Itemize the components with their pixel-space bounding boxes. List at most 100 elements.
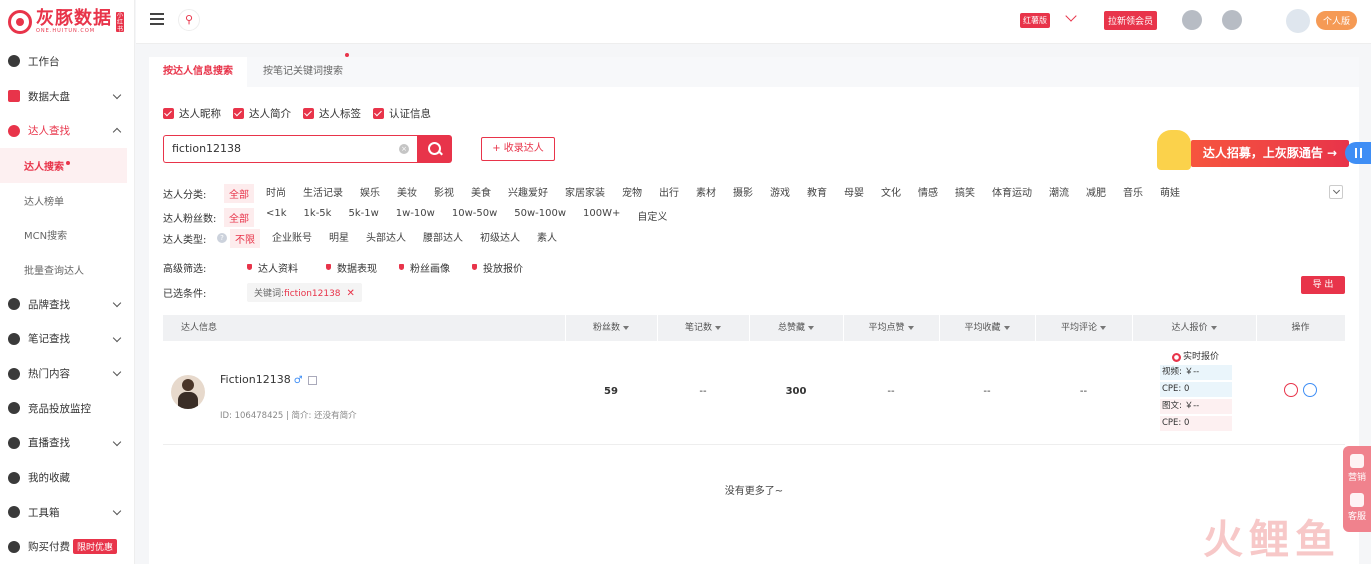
adv-kol-profile[interactable]: 达人资料: [247, 260, 298, 275]
fans-option-8[interactable]: 自定义: [637, 208, 667, 227]
remove-chip-icon[interactable]: ✕: [347, 288, 355, 299]
category-option-7[interactable]: 兴趣爱好: [508, 184, 548, 203]
category-option-19[interactable]: 体育运动: [992, 184, 1032, 203]
sidebar-item-toolbox[interactable]: 工具箱: [0, 495, 134, 530]
collect-kol-button[interactable]: + 收录达人: [481, 137, 555, 161]
category-option-8[interactable]: 家居家装: [565, 184, 605, 203]
col-quote[interactable]: 达人报价: [1132, 315, 1256, 341]
sidebar-item-purchase[interactable]: 购买付费 限时优惠: [0, 530, 134, 564]
category-option-20[interactable]: 潮流: [1049, 184, 1069, 203]
sidebar-item-notes[interactable]: 笔记查找: [0, 322, 134, 357]
tab-by-note-keyword[interactable]: 按笔记关键词搜索: [263, 53, 349, 87]
favorite-star-icon[interactable]: [1284, 383, 1298, 397]
adv-data-performance[interactable]: 数据表现: [326, 260, 377, 275]
type-option-4[interactable]: 腰部达人: [423, 229, 463, 248]
user-avatar[interactable]: [1286, 9, 1310, 33]
category-option-11[interactable]: 素材: [696, 184, 716, 203]
col-avg-like[interactable]: 平均点赞: [843, 315, 939, 341]
category-option-22[interactable]: 音乐: [1123, 184, 1143, 203]
fans-option-0[interactable]: 全部: [224, 207, 254, 227]
check-intro[interactable]: 达人简介: [233, 106, 291, 121]
category-option-0[interactable]: 全部: [224, 183, 254, 203]
check-nickname[interactable]: 达人昵称: [163, 106, 221, 121]
table-row[interactable]: Fiction12138 ♂ ID: 106478425 | 简介: 还没有简介 …: [163, 341, 1345, 445]
category-option-2[interactable]: 生活记录: [303, 184, 343, 203]
kol-avatar[interactable]: [171, 375, 205, 409]
invite-button[interactable]: 拉新领会员: [1104, 11, 1158, 30]
search-input[interactable]: fiction12138 ×: [163, 135, 417, 163]
sidebar-item-kol-search[interactable]: 达人搜索: [0, 148, 127, 183]
category-option-15[interactable]: 母婴: [844, 184, 864, 203]
fans-option-5[interactable]: 10w-50w: [452, 208, 497, 227]
fans-option-4[interactable]: 1w-10w: [396, 208, 435, 227]
version-badge[interactable]: 红薯版: [1020, 13, 1050, 28]
col-likes[interactable]: 总赞藏: [749, 315, 843, 341]
category-option-5[interactable]: 影视: [434, 184, 454, 203]
type-option-3[interactable]: 头部达人: [366, 229, 406, 248]
service-label[interactable]: 客服: [1343, 509, 1371, 522]
category-option-16[interactable]: 文化: [881, 184, 901, 203]
compare-icon[interactable]: [1303, 383, 1317, 397]
col-notes[interactable]: 笔记数: [657, 315, 749, 341]
sidebar-item-live[interactable]: 直播查找: [0, 426, 134, 461]
marketing-icon[interactable]: [1350, 454, 1364, 468]
search-button[interactable]: [417, 135, 452, 163]
col-avg-collect[interactable]: 平均收藏: [939, 315, 1035, 341]
type-option-1[interactable]: 企业账号: [272, 229, 312, 248]
fans-option-2[interactable]: 1k-5k: [304, 208, 332, 227]
adv-quote[interactable]: 投放报价: [472, 260, 523, 275]
chevron-down-icon[interactable]: [1061, 6, 1083, 32]
sidebar-item-kol-rank[interactable]: 达人榜单: [0, 183, 134, 218]
keyword-chip[interactable]: 关键词:fiction12138 ✕: [247, 282, 362, 302]
export-button[interactable]: 导 出: [1301, 276, 1345, 294]
col-avg-comment[interactable]: 平均评论: [1035, 315, 1132, 341]
category-option-12[interactable]: 摄影: [733, 184, 753, 203]
sidebar-item-find-kol[interactable]: 达人查找: [0, 113, 134, 148]
sidebar-item-mcn-search[interactable]: MCN搜索: [0, 217, 134, 252]
sidebar-item-batch-query[interactable]: 批量查询达人: [0, 252, 134, 287]
bell-icon[interactable]: [1222, 10, 1242, 30]
category-option-14[interactable]: 教育: [807, 184, 827, 203]
category-option-21[interactable]: 减肥: [1086, 184, 1106, 203]
tab-by-kol-info[interactable]: 按达人信息搜索: [149, 57, 247, 87]
sidebar-item-dashboard[interactable]: 数据大盘: [0, 79, 134, 114]
category-option-17[interactable]: 情感: [918, 184, 938, 203]
type-option-0[interactable]: 不限: [230, 228, 260, 248]
type-option-5[interactable]: 初级达人: [480, 229, 520, 248]
personal-edition-badge[interactable]: 个人版: [1316, 11, 1358, 30]
category-option-23[interactable]: 萌娃: [1160, 184, 1180, 203]
category-option-1[interactable]: 时尚: [266, 184, 286, 203]
fans-option-3[interactable]: 5k-1w: [348, 208, 378, 227]
category-option-3[interactable]: 娱乐: [360, 184, 380, 203]
clear-icon[interactable]: ×: [399, 144, 409, 154]
sidebar-item-workbench[interactable]: 工作台: [0, 44, 134, 79]
col-fans[interactable]: 粉丝数: [565, 315, 657, 341]
category-option-18[interactable]: 搞笑: [955, 184, 975, 203]
type-option-6[interactable]: 素人: [537, 229, 557, 248]
fans-option-7[interactable]: 100W+: [583, 208, 620, 227]
global-search-icon[interactable]: ⚲: [178, 9, 200, 31]
expand-categories-icon[interactable]: [1329, 185, 1343, 199]
help-icon[interactable]: [1182, 10, 1202, 30]
check-tags[interactable]: 达人标签: [303, 106, 361, 121]
check-verify[interactable]: 认证信息: [373, 106, 431, 121]
sidebar-item-brand[interactable]: 品牌查找: [0, 287, 134, 322]
brand-logo[interactable]: 灰豚数据 ONE.HUITUN.COM 小红书: [0, 0, 134, 44]
fans-option-1[interactable]: <1k: [266, 208, 287, 227]
kol-name-line[interactable]: Fiction12138 ♂: [220, 373, 317, 386]
sidebar-item-hot[interactable]: 热门内容: [0, 356, 134, 391]
category-option-4[interactable]: 美妆: [397, 184, 417, 203]
sidebar-item-favorites[interactable]: 我的收藏: [0, 460, 134, 495]
recruit-banner[interactable]: 达人招募，上灰豚通告 →: [1153, 130, 1349, 170]
sidebar-item-competitor[interactable]: 竞品投放监控: [0, 391, 134, 426]
category-option-13[interactable]: 游戏: [770, 184, 790, 203]
fans-option-6[interactable]: 50w-100w: [514, 208, 566, 227]
category-option-6[interactable]: 美食: [471, 184, 491, 203]
menu-toggle-icon[interactable]: [150, 13, 164, 25]
side-toggle-icon[interactable]: [1345, 142, 1371, 164]
marketing-label[interactable]: 营销: [1343, 470, 1371, 483]
type-option-2[interactable]: 明星: [329, 229, 349, 248]
category-option-10[interactable]: 出行: [659, 184, 679, 203]
category-option-9[interactable]: 宠物: [622, 184, 642, 203]
help-icon[interactable]: ?: [217, 233, 227, 243]
